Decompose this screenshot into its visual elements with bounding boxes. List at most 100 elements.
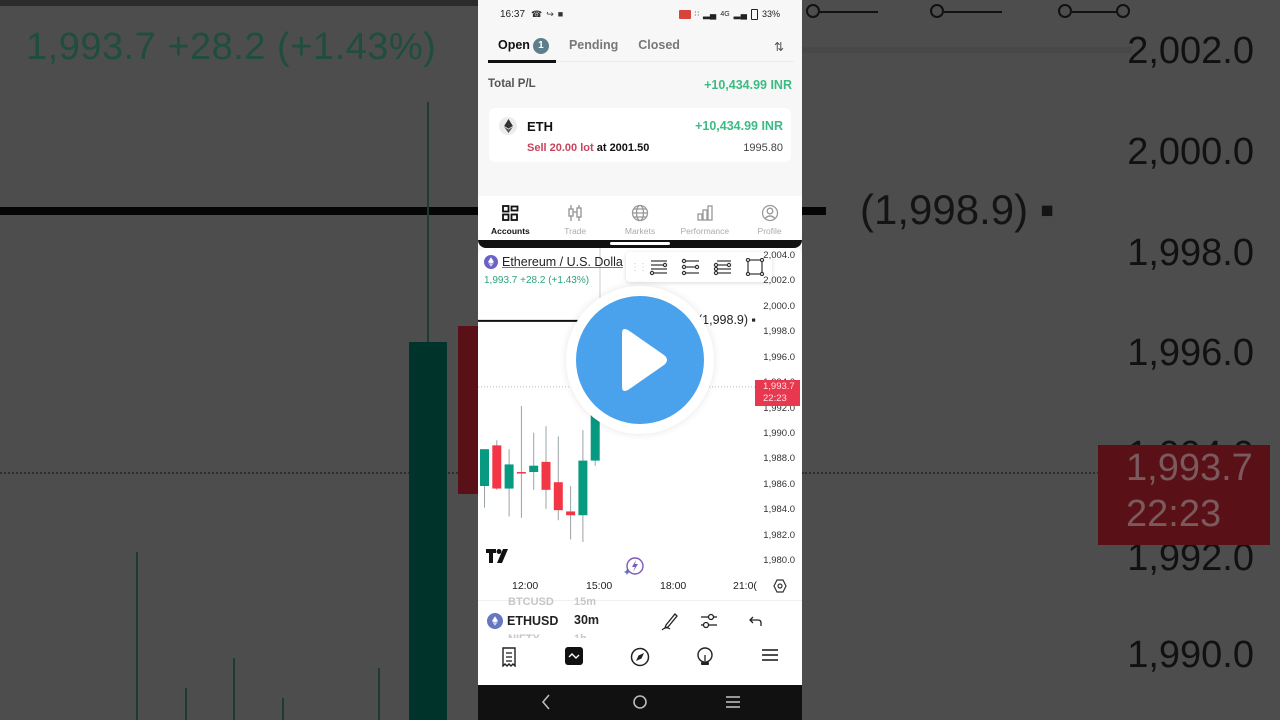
pencil-draw-icon[interactable] <box>661 611 679 631</box>
nav-trade[interactable]: Trade <box>543 196 608 244</box>
recents-icon[interactable] <box>725 693 741 711</box>
candle-body <box>480 449 489 487</box>
drawing-toolbar: ⋮⋮ <box>626 252 772 282</box>
background-candle-wick <box>233 658 235 720</box>
background-candle-wick <box>427 102 429 342</box>
battery-percent: 33% <box>761 9 780 19</box>
background-axis-label: 2,002.0 <box>1127 30 1254 72</box>
background-axis-label: 1,996.0 <box>1127 332 1254 374</box>
last-price-tag: 1,993.7 22:23 <box>755 379 800 406</box>
background-tool-icon <box>806 4 878 20</box>
status-bar: 16:37 ☎ ↪ ■ ∷ ▂▄ 4G ▂▄ 33% <box>478 0 802 28</box>
price-axis-label: 2,000.0 <box>763 300 795 312</box>
position-open-price: 2001.50 <box>609 142 650 154</box>
background-tag-price: 1,993.7 <box>1126 447 1253 489</box>
position-symbol: ETH <box>527 119 553 134</box>
back-icon[interactable] <box>540 693 552 711</box>
accounts-grid-icon <box>502 205 519 221</box>
nav-markets[interactable]: Markets <box>608 196 673 244</box>
background-candle-wick <box>185 688 187 720</box>
watchlist-icon[interactable] <box>501 647 517 667</box>
symbol-selector[interactable]: ETHUSD <box>487 613 558 629</box>
total-pl-row: Total P/L +10,434.99 INR <box>488 78 792 92</box>
parallel-channel-tool-icon[interactable] <box>712 258 734 276</box>
tab-pending[interactable]: Pending <box>559 32 628 62</box>
candle-body <box>516 472 526 474</box>
cast-icon <box>678 9 691 19</box>
4g-signal-icon: ▂▄ <box>733 8 747 19</box>
time-axis-label: 12:00 <box>512 580 539 592</box>
reference-line-label: (1,998.9) ▪ <box>698 312 756 327</box>
candle-body <box>553 482 563 511</box>
price-axis-label: 1,996.0 <box>763 351 795 363</box>
undo-icon[interactable] <box>748 611 764 631</box>
trend-line-tool-icon[interactable] <box>680 258 702 276</box>
profile-icon <box>761 204 778 222</box>
price-axis-label: 1,982.0 <box>763 529 795 541</box>
chart-settings-icon[interactable] <box>773 579 787 593</box>
chart-symbol-name: Ethereum / U.S. Dolla <box>502 255 623 269</box>
nav-performance[interactable]: Performance <box>672 196 737 244</box>
tab-open[interactable]: Open 1 <box>488 32 559 63</box>
battery-icon <box>750 8 758 20</box>
position-card-eth[interactable]: ETH +10,434.99 INR Sell 20.00 lot at 200… <box>489 108 791 162</box>
background-reference-label: (1,998.9) ▪ <box>860 186 1055 233</box>
bar-countdown: 22:23 <box>763 392 787 404</box>
background-last-price-line <box>0 472 478 474</box>
ethereum-coin-icon <box>484 255 498 269</box>
missed-call-icon: ↪ <box>546 8 554 19</box>
sort-arrows-icon[interactable]: ⇅ <box>774 40 794 54</box>
tab-open-label: Open <box>498 37 530 52</box>
price-axis-label: 1,990.0 <box>763 427 795 439</box>
background-candle-wick <box>282 698 284 720</box>
chart-symbol-title[interactable]: Ethereum / U.S. Dolla <box>484 255 626 269</box>
time-axis-label: 18:00 <box>660 580 687 592</box>
candle-body <box>578 460 588 516</box>
background-candle-wick <box>136 552 138 720</box>
home-icon[interactable] <box>632 693 648 711</box>
chart-icon[interactable] <box>565 647 583 665</box>
nav-profile[interactable]: Profile <box>737 196 802 244</box>
interval-selector[interactable]: 30m <box>574 613 599 627</box>
horizontal-line-tool-icon[interactable] <box>648 258 670 276</box>
chart-panel[interactable]: Ethereum / U.S. Dolla 1,993.7 +28.2 (+1.… <box>478 248 802 600</box>
ideas-bulb-icon[interactable] <box>696 647 714 667</box>
background-axis-label: 1,990.0 <box>1127 634 1254 676</box>
time-axis-label: 15:00 <box>586 580 613 592</box>
status-right-icons: ∷ ▂▄ 4G ▂▄ 33% <box>678 8 780 20</box>
nav-performance-label: Performance <box>680 226 730 236</box>
position-detail: Sell 20.00 lot at 2001.50 <box>527 142 649 154</box>
nav-accounts[interactable]: Accounts <box>478 196 543 244</box>
last-price-value: 1,993.7 <box>763 380 795 392</box>
split-screen-handle[interactable] <box>610 242 670 245</box>
candles-icon <box>568 205 582 221</box>
indicators-sliders-icon[interactable] <box>700 611 718 631</box>
android-navigation-bar <box>478 685 802 720</box>
video-play-button[interactable] <box>566 286 714 434</box>
candle-body <box>504 464 514 489</box>
tab-closed[interactable]: Closed <box>628 32 690 62</box>
background-last-price-line <box>802 472 1102 474</box>
phone-screen: 16:37 ☎ ↪ ■ ∷ ▂▄ 4G ▂▄ 33% Open 1 Pending… <box>478 0 802 720</box>
position-at-label: at <box>596 142 607 154</box>
bottom-nav: Accounts Trade Markets Performance Profi… <box>478 196 802 244</box>
background-zoom-left: 1,993.7 +28.2 (+1.43%) <box>0 0 478 720</box>
positions-tabs: Open 1 Pending Closed ⇅ <box>488 32 794 63</box>
ethereum-icon <box>499 117 517 135</box>
background-reference-line <box>802 207 826 215</box>
background-last-price-tag: 1,993.7 22:23 <box>1098 445 1270 545</box>
ethereum-coin-icon <box>487 613 503 629</box>
total-pl-label: Total P/L <box>488 78 536 90</box>
nav-trade-label: Trade <box>564 226 587 236</box>
background-tool-icon <box>1058 4 1130 20</box>
ai-assistant-icon[interactable] <box>623 556 645 578</box>
price-axis-label: 1,984.0 <box>763 504 795 516</box>
menu-icon[interactable] <box>762 647 778 663</box>
candle-body <box>566 511 576 516</box>
explore-compass-icon[interactable] <box>630 647 650 667</box>
drag-handle-icon[interactable]: ⋮⋮ <box>630 262 648 273</box>
candle-body <box>541 461 551 490</box>
nav-accounts-label: Accounts <box>491 226 530 236</box>
position-current-price: 1995.80 <box>743 142 783 154</box>
network-type-label: 4G <box>720 10 730 18</box>
